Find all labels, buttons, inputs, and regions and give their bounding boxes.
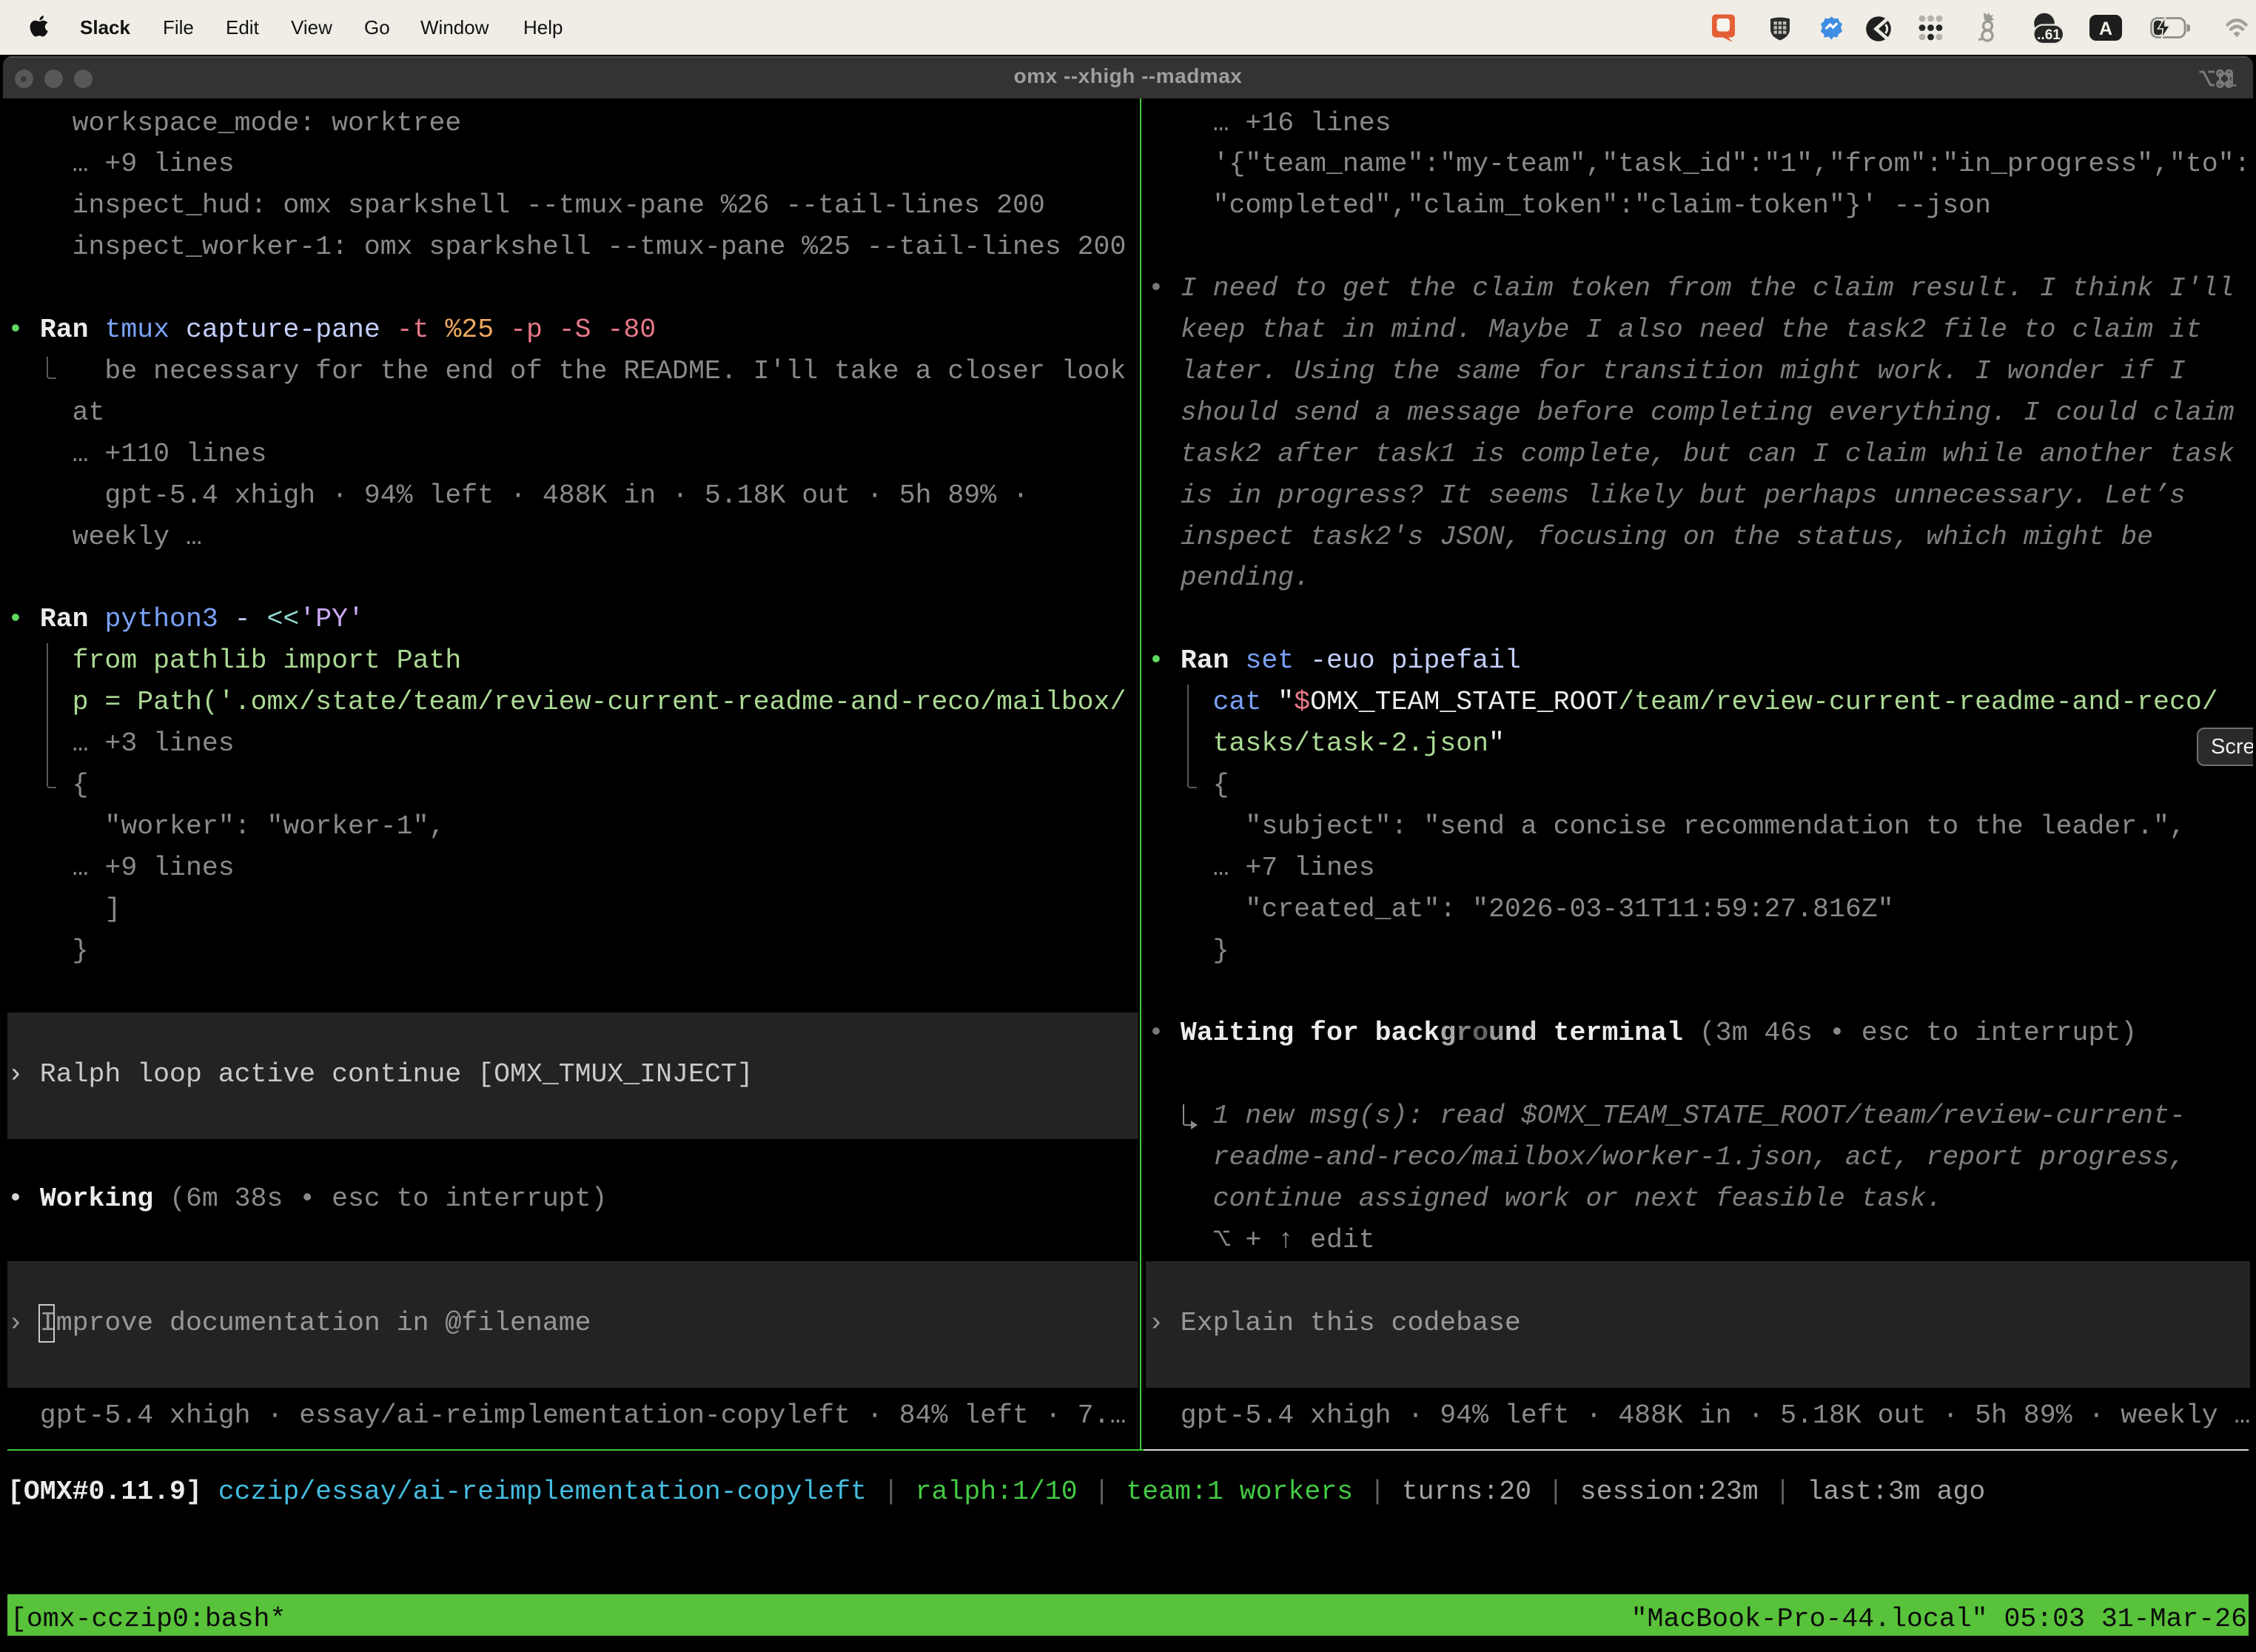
svg-text:A: A — [2099, 19, 2112, 39]
svg-text:1: 1 — [2226, 68, 2237, 91]
svg-text:..61: ..61 — [2037, 27, 2061, 43]
